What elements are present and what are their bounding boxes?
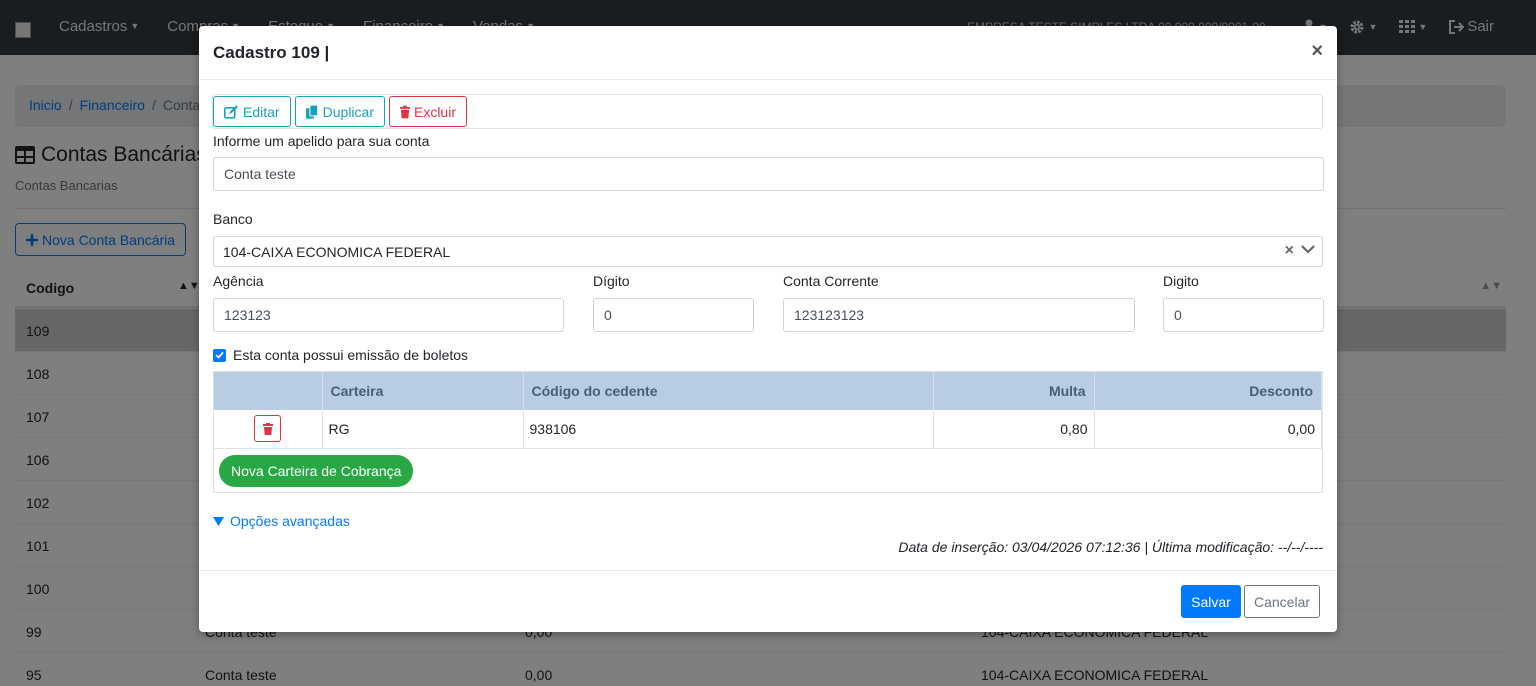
account-modal: Cadastro 109 | × Editar Duplicar Excluir… xyxy=(199,26,1337,632)
new-carteira-button[interactable]: Nova Carteira de Cobrança xyxy=(219,455,414,487)
duplicate-label: Duplicar xyxy=(322,103,374,120)
cancel-button[interactable]: Cancelar xyxy=(1244,585,1320,618)
boleto-checkbox[interactable] xyxy=(213,348,226,362)
header-cedente: Código do cedente xyxy=(523,372,934,410)
header-desconto: Desconto xyxy=(1094,372,1322,410)
record-meta: Data de inserção: 03/04/2026 07:12:36 | … xyxy=(898,539,1323,555)
advanced-options-toggle[interactable]: Opções avançadas xyxy=(213,513,350,529)
table-row: RG 938106 0,80 0,00 xyxy=(214,410,1322,449)
conta-corrente-input[interactable] xyxy=(783,298,1135,332)
agencia-label: Agência xyxy=(213,273,264,289)
remove-carteira-button[interactable] xyxy=(254,415,282,443)
duplicate-button[interactable]: Duplicar xyxy=(295,96,385,127)
modal-header: Cadastro 109 | × xyxy=(199,26,1337,80)
check-icon xyxy=(215,351,224,359)
carteiras-table: Carteira Código do cedente Multa Descont… xyxy=(214,372,1322,449)
chevron-down-icon[interactable] xyxy=(1300,243,1316,255)
copy-icon xyxy=(306,104,319,119)
modal-footer-divider xyxy=(199,570,1337,571)
delete-label: Excluir xyxy=(413,103,456,120)
cell-desconto: 0,00 xyxy=(1094,410,1322,449)
banco-select[interactable]: 104-CAIXA ECONOMICA FEDERAL × xyxy=(213,236,1323,267)
edit-label: Editar xyxy=(243,103,280,120)
digito-conta-label: Digito xyxy=(1163,273,1199,289)
cell-multa: 0,80 xyxy=(933,410,1095,449)
header-actions xyxy=(214,372,323,410)
digito-agencia-label: Dígito xyxy=(593,273,630,289)
banco-label: Banco xyxy=(213,211,253,227)
apelido-input[interactable] xyxy=(213,157,1324,191)
record-toolbar: Editar Duplicar Excluir xyxy=(212,94,1323,129)
digito-agencia-input[interactable] xyxy=(593,298,754,332)
carteiras-header-row: Carteira Código do cedente Multa Descont… xyxy=(214,372,1322,410)
boleto-checkbox-row[interactable]: Esta conta possui emissão de boletos xyxy=(213,347,468,363)
modal-title: Cadastro 109 | xyxy=(213,43,330,62)
agencia-input[interactable] xyxy=(213,298,564,332)
carteiras-table-container: Carteira Código do cedente Multa Descont… xyxy=(213,371,1323,493)
close-icon[interactable]: × xyxy=(1311,40,1323,63)
triangle-down-icon xyxy=(213,516,224,526)
cell-cedente: 938106 xyxy=(523,410,934,449)
conta-corrente-label: Conta Corrente xyxy=(783,273,879,289)
delete-button[interactable]: Excluir xyxy=(389,96,467,127)
digito-conta-input[interactable] xyxy=(1163,298,1324,332)
edit-icon xyxy=(224,105,238,119)
header-multa: Multa xyxy=(933,372,1095,410)
save-button[interactable]: Salvar xyxy=(1181,585,1241,618)
trash-icon xyxy=(262,422,273,435)
cell-actions xyxy=(214,410,323,449)
cell-carteira: RG xyxy=(322,410,524,449)
apelido-label: Informe um apelido para sua conta xyxy=(213,133,430,149)
boleto-checkbox-label: Esta conta possui emissão de boletos xyxy=(233,347,469,363)
trash-icon xyxy=(400,105,410,118)
clear-icon[interactable]: × xyxy=(1285,242,1294,260)
edit-button[interactable]: Editar xyxy=(213,96,291,127)
header-carteira: Carteira xyxy=(322,372,524,410)
banco-selected-value: 104-CAIXA ECONOMICA FEDERAL xyxy=(223,244,451,260)
advanced-options-label: Opções avançadas xyxy=(230,513,350,529)
